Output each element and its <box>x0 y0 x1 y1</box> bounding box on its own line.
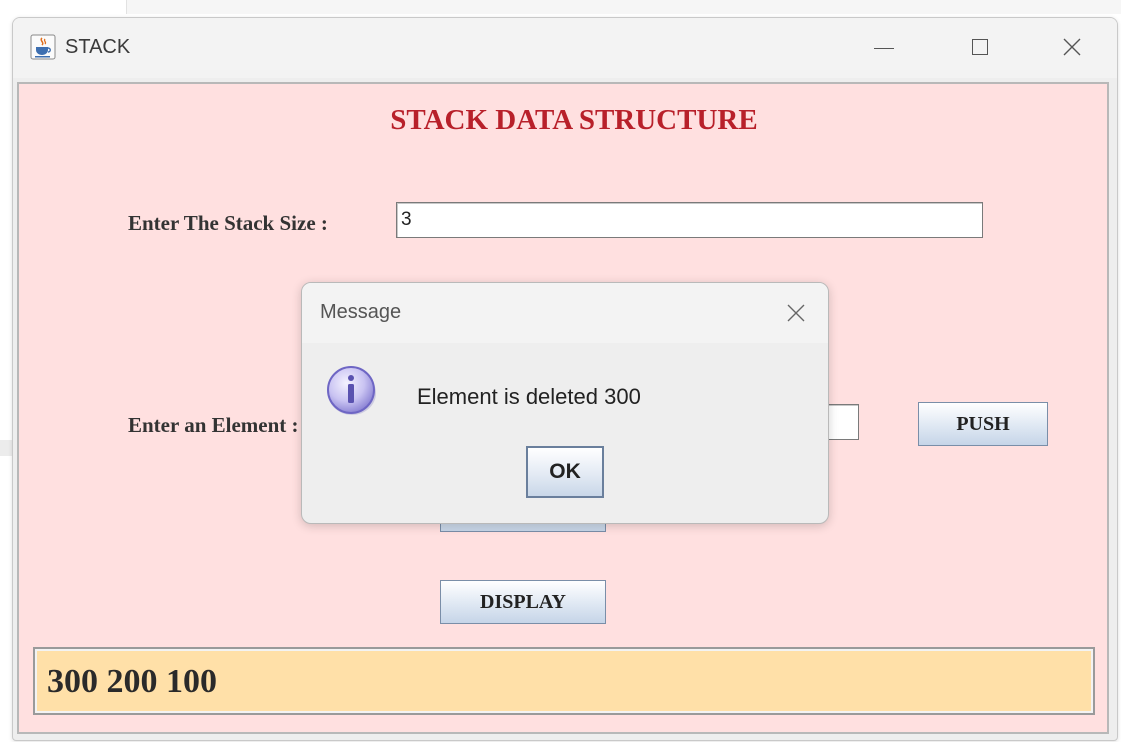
close-button[interactable] <box>1049 26 1095 68</box>
element-label: Enter an Element : <box>128 413 299 437</box>
minimize-button[interactable] <box>861 26 907 68</box>
ok-button[interactable]: OK <box>526 446 604 498</box>
close-icon <box>787 304 805 322</box>
info-icon <box>324 363 380 419</box>
dialog-message: Element is deleted 300 <box>417 384 641 409</box>
window-titlebar[interactable]: STACK <box>13 18 1117 78</box>
dialog-titlebar[interactable]: Message <box>302 283 828 343</box>
page-title: STACK DATA STRUCTURE <box>390 104 758 136</box>
stack-size-input[interactable]: 3 <box>396 202 983 238</box>
push-button[interactable]: PUSH <box>918 402 1048 446</box>
maximize-button[interactable] <box>957 26 1003 68</box>
maximize-icon <box>972 39 988 55</box>
stack-size-label: Enter The Stack Size : <box>128 211 328 235</box>
window-title: STACK <box>65 36 131 58</box>
minimize-icon <box>874 47 894 49</box>
dialog-title: Message <box>320 301 402 323</box>
message-dialog: Message Element is deleted 300 OK <box>301 282 829 524</box>
java-cup-icon <box>30 34 56 60</box>
close-icon <box>1063 38 1081 56</box>
dialog-close-button[interactable] <box>778 295 814 331</box>
display-button[interactable]: DISPLAY <box>440 580 606 624</box>
stack-output-field: 300 200 100 <box>33 647 1095 715</box>
background-window-edge <box>126 0 1121 14</box>
